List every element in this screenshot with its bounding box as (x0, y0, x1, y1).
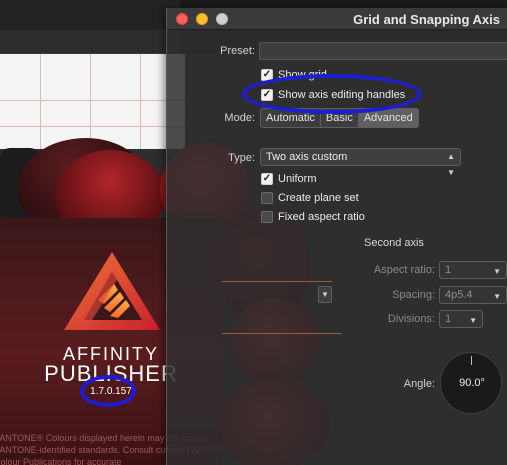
annotation-circle (242, 74, 422, 114)
aspect-ratio-label: Aspect ratio: (373, 264, 435, 276)
aspect-ratio-dropdown[interactable]: 1 ▼ (439, 261, 507, 279)
screen: AFFINITY PUBLISHER 1.7.0.157 PANTONE® Co… (0, 0, 507, 465)
divisions-value: 1 (445, 313, 452, 325)
dialog-titlebar[interactable]: Grid and Snapping Axis (167, 8, 507, 30)
dial-indicator (471, 356, 472, 365)
angle-value: 90.0° (459, 377, 485, 389)
spacing-dropdown[interactable]: 4p5.4 ▼ (439, 286, 507, 304)
grid-line (140, 54, 141, 149)
spacing-value: 4p5.4 (445, 289, 473, 301)
fixed-aspect-checkbox[interactable] (261, 211, 273, 223)
first-axis-dropdown[interactable]: ▼ (318, 286, 332, 303)
dialog-title: Grid and Snapping Axis (353, 12, 500, 27)
angle-label: Angle: (403, 378, 435, 390)
document-page (0, 54, 185, 149)
preset-label: Preset: (220, 45, 255, 57)
uniform-checkbox[interactable]: ✓ (261, 173, 273, 185)
divisions-label: Divisions: (387, 313, 435, 325)
mode-label: Mode: (224, 112, 255, 124)
grid-line (0, 126, 185, 127)
chevron-down-icon: ▼ (493, 267, 501, 276)
divisions-dropdown[interactable]: 1 ▼ (439, 310, 483, 328)
grid-line (0, 100, 185, 101)
guide-line (222, 281, 332, 282)
create-plane-label: Create plane set (278, 192, 359, 204)
affinity-publisher-logo-icon (64, 252, 160, 330)
aspect-ratio-value: 1 (445, 264, 452, 276)
type-dropdown[interactable]: Two axis custom ▲ ▼ (260, 148, 461, 177)
preset-input[interactable] (259, 42, 507, 60)
type-value: Two axis custom (266, 151, 348, 163)
annotation-circle (80, 375, 136, 407)
grid-line (40, 54, 41, 149)
second-axis-title: Second axis (364, 237, 424, 249)
type-label: Type: (228, 152, 255, 164)
minimize-button[interactable] (196, 13, 208, 25)
app-toolbar (0, 0, 180, 30)
maximize-button[interactable] (216, 13, 228, 25)
fixed-aspect-label: Fixed aspect ratio (278, 211, 365, 223)
guide-line (222, 333, 342, 334)
create-plane-checkbox[interactable] (261, 192, 273, 204)
angle-dial[interactable]: 90.0° (440, 352, 502, 414)
uniform-label: Uniform (278, 173, 317, 185)
spacing-label: Spacing: (392, 289, 435, 301)
chevron-down-icon: ▼ (469, 316, 477, 325)
grid-line (90, 54, 91, 149)
close-button[interactable] (176, 13, 188, 25)
chevron-updown-icon: ▲ ▼ (447, 152, 455, 177)
app-context-toolbar (0, 30, 180, 54)
chevron-down-icon: ▼ (493, 292, 501, 301)
